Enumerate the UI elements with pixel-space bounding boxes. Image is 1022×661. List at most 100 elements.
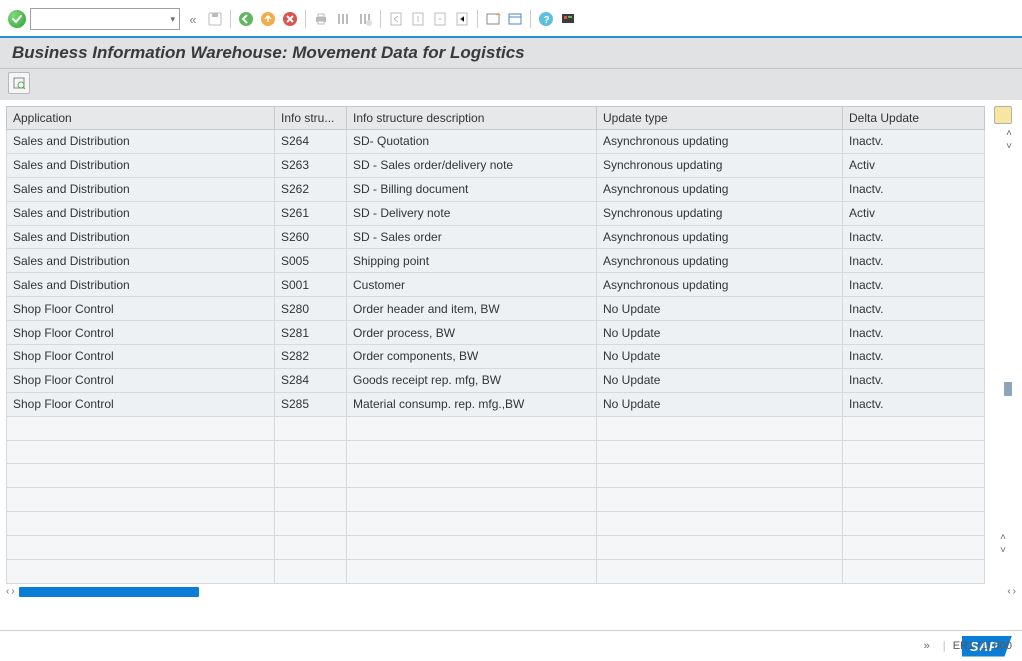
table-cell[interactable]: Activ — [843, 153, 985, 177]
table-cell[interactable]: No Update — [597, 368, 843, 392]
table-row[interactable]: Sales and DistributionS005Shipping point… — [7, 249, 985, 273]
table-cell[interactable]: Shop Floor Control — [7, 297, 275, 321]
scroll-right-end-icon[interactable]: › — [1013, 586, 1016, 597]
table-cell[interactable]: Inactv. — [843, 321, 985, 345]
table-cell[interactable]: Sales and Distribution — [7, 177, 275, 201]
scroll-down-end-icon[interactable]: ˅ — [1000, 545, 1006, 556]
command-field[interactable]: ▾ — [30, 8, 180, 30]
table-cell[interactable]: Material consump. rep. mfg.,BW — [347, 392, 597, 416]
table-cell[interactable]: No Update — [597, 392, 843, 416]
display-details-icon[interactable] — [8, 72, 30, 94]
table-row[interactable]: Shop Floor ControlS282Order components, … — [7, 345, 985, 369]
table-cell[interactable]: SD - Billing document — [347, 177, 597, 201]
new-session-icon[interactable]: + — [484, 10, 502, 28]
table-cell[interactable]: Sales and Distribution — [7, 249, 275, 273]
layout-icon[interactable] — [506, 10, 524, 28]
table-cell[interactable]: Shop Floor Control — [7, 368, 275, 392]
enter-button[interactable] — [8, 10, 26, 28]
table-cell[interactable]: SD- Quotation — [347, 130, 597, 154]
table-cell[interactable]: Inactv. — [843, 249, 985, 273]
table-row[interactable]: Sales and DistributionS264SD- QuotationA… — [7, 130, 985, 154]
table-row[interactable]: Shop Floor ControlS285Material consump. … — [7, 392, 985, 416]
table-cell[interactable]: Inactv. — [843, 177, 985, 201]
table-cell[interactable]: Inactv. — [843, 225, 985, 249]
scroll-up-end-icon[interactable]: ˄ — [1000, 532, 1006, 543]
column-header[interactable]: Delta Update — [843, 107, 985, 130]
scroll-right-icon[interactable]: › — [11, 586, 14, 597]
table-cell[interactable]: SD - Sales order/delivery note — [347, 153, 597, 177]
find-icon[interactable] — [334, 10, 352, 28]
scroll-up-icon[interactable]: ˄ — [1006, 128, 1012, 139]
column-header[interactable]: Info stru... — [275, 107, 347, 130]
scroll-left-icon[interactable]: ‹ — [6, 586, 9, 597]
table-cell[interactable]: SD - Sales order — [347, 225, 597, 249]
table-cell[interactable]: Inactv. — [843, 345, 985, 369]
table-cell[interactable]: Asynchronous updating — [597, 177, 843, 201]
first-page-icon[interactable] — [387, 10, 405, 28]
table-cell[interactable]: Sales and Distribution — [7, 273, 275, 297]
table-cell[interactable]: S001 — [275, 273, 347, 297]
column-header[interactable]: Update type — [597, 107, 843, 130]
scroll-down-icon[interactable]: ˅ — [1006, 141, 1012, 152]
table-cell[interactable]: No Update — [597, 321, 843, 345]
table-cell[interactable]: S285 — [275, 392, 347, 416]
table-cell[interactable]: Asynchronous updating — [597, 225, 843, 249]
table-cell[interactable]: S263 — [275, 153, 347, 177]
table-cell[interactable]: Inactv. — [843, 392, 985, 416]
table-cell[interactable]: S260 — [275, 225, 347, 249]
table-cell[interactable]: Shipping point — [347, 249, 597, 273]
table-cell[interactable]: S284 — [275, 368, 347, 392]
column-header[interactable]: Application — [7, 107, 275, 130]
last-page-icon[interactable] — [453, 10, 471, 28]
table-row[interactable]: Shop Floor ControlS284Goods receipt rep.… — [7, 368, 985, 392]
table-cell[interactable]: Asynchronous updating — [597, 273, 843, 297]
table-cell[interactable]: Customer — [347, 273, 597, 297]
table-cell[interactable]: No Update — [597, 345, 843, 369]
collapse-icon[interactable]: « — [184, 10, 202, 28]
customize-icon[interactable] — [559, 10, 577, 28]
table-row[interactable]: Shop Floor ControlS280Order header and i… — [7, 297, 985, 321]
exit-button[interactable] — [259, 10, 277, 28]
table-cell[interactable]: Inactv. — [843, 273, 985, 297]
help-icon[interactable]: ? — [537, 10, 555, 28]
table-cell[interactable]: Sales and Distribution — [7, 225, 275, 249]
table-cell[interactable]: SD - Delivery note — [347, 201, 597, 225]
table-cell[interactable]: Inactv. — [843, 130, 985, 154]
horizontal-scrollbar-thumb[interactable] — [19, 587, 199, 597]
table-cell[interactable]: S005 — [275, 249, 347, 273]
next-page-icon[interactable] — [431, 10, 449, 28]
print-icon[interactable] — [312, 10, 330, 28]
table-cell[interactable]: Asynchronous updating — [597, 249, 843, 273]
table-cell[interactable]: Synchronous updating — [597, 153, 843, 177]
cancel-button[interactable] — [281, 10, 299, 28]
table-cell[interactable]: Inactv. — [843, 297, 985, 321]
vertical-scrollbar-thumb[interactable] — [1004, 382, 1012, 396]
table-cell[interactable]: S264 — [275, 130, 347, 154]
table-cell[interactable]: Inactv. — [843, 368, 985, 392]
table-row[interactable]: Sales and DistributionS261SD - Delivery … — [7, 201, 985, 225]
back-button[interactable] — [237, 10, 255, 28]
table-cell[interactable]: Order process, BW — [347, 321, 597, 345]
table-cell[interactable]: No Update — [597, 297, 843, 321]
column-header[interactable]: Info structure description — [347, 107, 597, 130]
save-icon[interactable] — [206, 10, 224, 28]
table-cell[interactable]: S280 — [275, 297, 347, 321]
table-row[interactable]: Shop Floor ControlS281Order process, BWN… — [7, 321, 985, 345]
table-cell[interactable]: Shop Floor Control — [7, 321, 275, 345]
table-cell[interactable]: S262 — [275, 177, 347, 201]
table-cell[interactable]: Synchronous updating — [597, 201, 843, 225]
expand-status-icon[interactable]: » — [924, 640, 930, 652]
table-cell[interactable]: S261 — [275, 201, 347, 225]
scroll-left-end-icon[interactable]: ‹ — [1007, 586, 1010, 597]
table-cell[interactable]: Order header and item, BW — [347, 297, 597, 321]
table-cell[interactable]: Sales and Distribution — [7, 153, 275, 177]
table-cell[interactable]: Goods receipt rep. mfg, BW — [347, 368, 597, 392]
table-cell[interactable]: Shop Floor Control — [7, 392, 275, 416]
table-cell[interactable]: S281 — [275, 321, 347, 345]
data-grid[interactable]: ApplicationInfo stru...Info structure de… — [6, 106, 985, 584]
table-row[interactable]: Sales and DistributionS262SD - Billing d… — [7, 177, 985, 201]
table-cell[interactable]: S282 — [275, 345, 347, 369]
table-cell[interactable]: Order components, BW — [347, 345, 597, 369]
table-row[interactable]: Sales and DistributionS260SD - Sales ord… — [7, 225, 985, 249]
table-cell[interactable]: Sales and Distribution — [7, 130, 275, 154]
